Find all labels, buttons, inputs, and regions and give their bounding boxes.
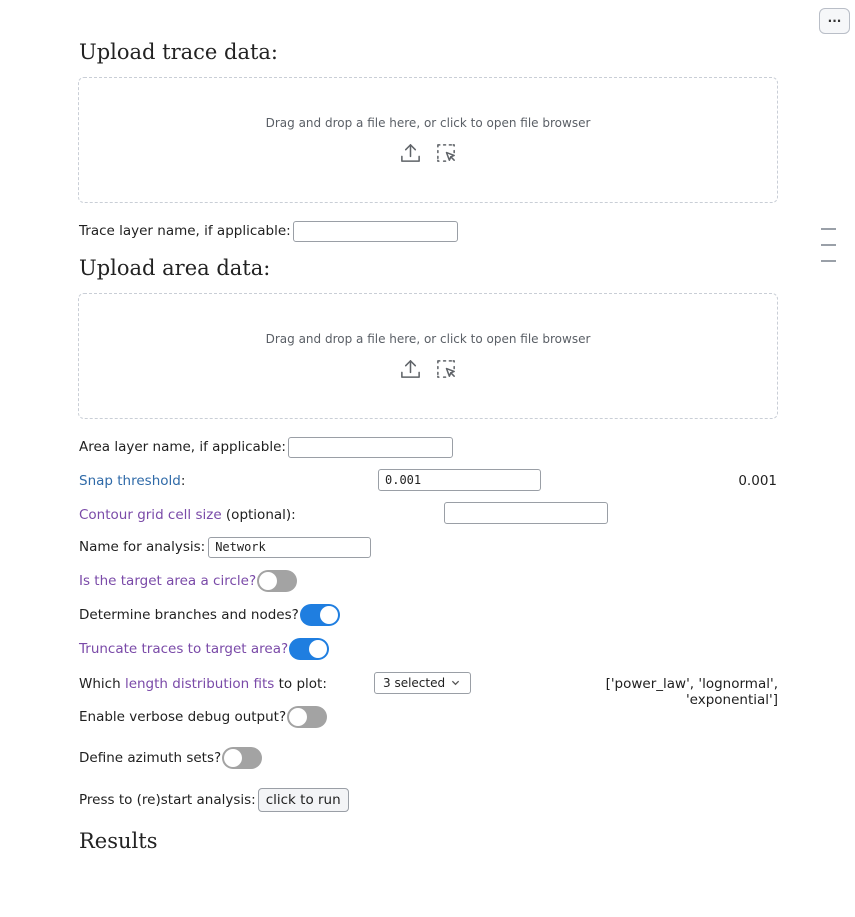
area-layer-input[interactable]	[287, 436, 453, 458]
circle-toggle[interactable]	[257, 570, 298, 592]
truncate-label[interactable]: Truncate traces to target area?	[79, 641, 288, 657]
fits-suffix: to plot:	[274, 676, 327, 692]
verbose-row: Enable verbose debug output?	[79, 705, 328, 729]
branches-label: Determine branches and nodes?	[79, 607, 299, 623]
upload-icon	[399, 142, 422, 169]
truncate-row: Truncate traces to target area?	[79, 637, 330, 661]
trace-layer-label: Trace layer name, if applicable:	[79, 223, 291, 239]
trace-layer-row: Trace layer name, if applicable:	[79, 219, 458, 243]
select-cursor-icon	[435, 142, 458, 169]
toc-lines-icon[interactable]	[821, 228, 836, 276]
chevron-down-icon	[451, 680, 460, 686]
contour-row: Contour grid cell size (optional):	[79, 503, 296, 527]
fits-link[interactable]: length distribution fits	[125, 676, 274, 692]
circle-label[interactable]: Is the target area a circle?	[79, 573, 256, 589]
analysis-name-row: Name for analysis:	[79, 535, 372, 559]
area-dropzone-text: Drag and drop a file here, or click to o…	[265, 332, 591, 346]
upload-icon	[399, 358, 422, 385]
fits-prefix: Which	[79, 676, 125, 692]
trace-dropzone-text: Drag and drop a file here, or click to o…	[265, 116, 591, 130]
snap-threshold-link[interactable]: Snap threshold	[79, 473, 181, 489]
verbose-toggle[interactable]	[287, 706, 328, 728]
fits-value: ['power_law', 'lognormal', 'exponential'…	[605, 676, 778, 708]
run-label: Press to (re)start analysis:	[79, 792, 256, 808]
truncate-toggle[interactable]	[289, 638, 330, 660]
analysis-name-label: Name for analysis:	[79, 539, 206, 555]
analysis-name-input[interactable]	[208, 536, 372, 558]
snap-threshold-colon: :	[180, 473, 186, 489]
azimuth-row: Define azimuth sets?	[79, 746, 263, 770]
circle-row: Is the target area a circle?	[79, 569, 298, 593]
snap-threshold-row: Snap threshold:	[79, 469, 185, 493]
fits-row: Which length distribution fits to plot:	[79, 672, 327, 696]
azimuth-label: Define azimuth sets?	[79, 750, 222, 766]
contour-grid-input[interactable]	[444, 502, 608, 524]
snap-threshold-value: 0.001	[738, 473, 777, 489]
main-menu-button[interactable]: ···	[819, 8, 850, 34]
run-button[interactable]: click to run	[257, 788, 349, 812]
area-layer-label: Area layer name, if applicable:	[79, 439, 286, 455]
verbose-label: Enable verbose debug output?	[79, 709, 287, 725]
trace-upload-heading: Upload trace data:	[79, 40, 278, 64]
fits-selected-text: 3 selected	[383, 676, 446, 690]
fits-select[interactable]: 3 selected	[374, 672, 471, 694]
results-heading: Results	[79, 829, 158, 853]
trace-layer-input[interactable]	[292, 220, 458, 242]
azimuth-toggle[interactable]	[222, 747, 263, 769]
contour-grid-suffix: (optional):	[221, 507, 296, 523]
snap-threshold-input[interactable]	[378, 469, 541, 491]
select-cursor-icon	[435, 358, 458, 385]
contour-grid-link[interactable]: Contour grid cell size	[79, 507, 222, 523]
trace-dropzone[interactable]: Drag and drop a file here, or click to o…	[78, 77, 778, 203]
area-layer-row: Area layer name, if applicable:	[79, 435, 453, 459]
branches-toggle[interactable]	[299, 604, 340, 626]
branches-row: Determine branches and nodes?	[79, 603, 340, 627]
run-row: Press to (re)start analysis: click to ru…	[79, 788, 349, 812]
area-dropzone[interactable]: Drag and drop a file here, or click to o…	[78, 293, 778, 419]
area-upload-heading: Upload area data:	[79, 256, 271, 280]
